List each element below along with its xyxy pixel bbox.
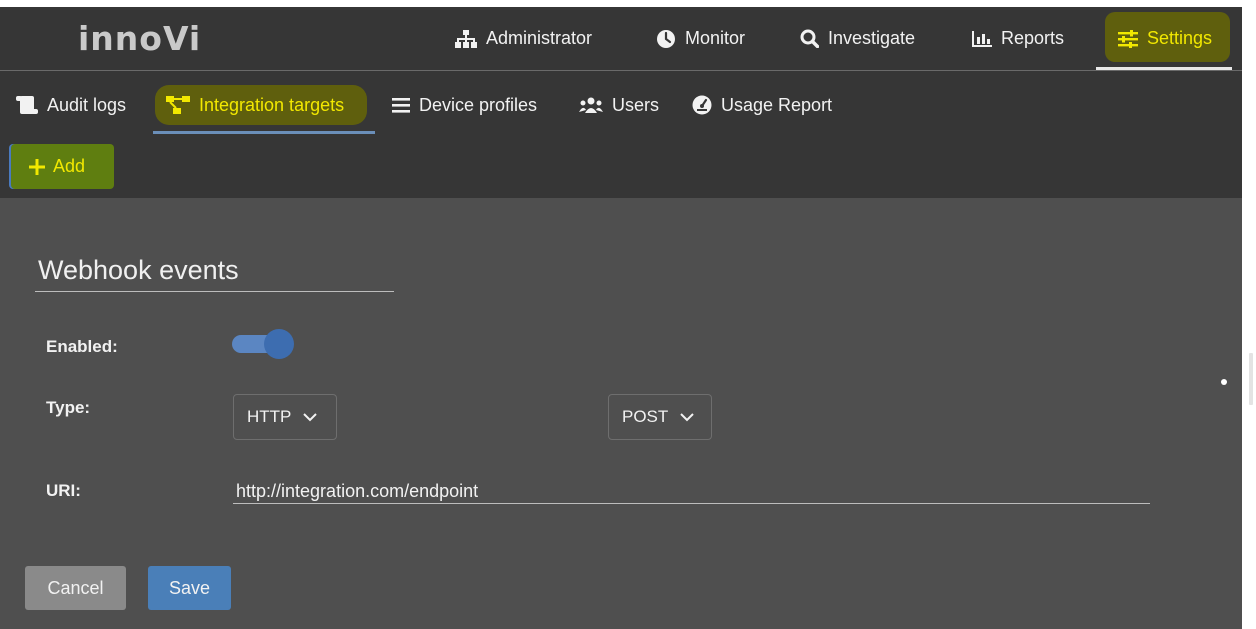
toggle-knob [264,329,294,359]
tab-label: Integration targets [199,94,345,115]
search-icon [800,29,819,48]
uri-input-underline [233,503,1150,504]
add-button-label: Add [53,156,86,176]
tab-usage-report[interactable]: Usage Report [692,92,832,118]
nav-settings[interactable]: Settings [1118,7,1212,70]
enabled-toggle[interactable] [232,329,294,359]
nav-monitor[interactable]: Monitor [656,7,745,70]
uri-input[interactable]: http://integration.com/endpoint [236,481,478,502]
nav-label: Administrator [486,28,593,48]
gauge-icon [692,95,712,115]
form-title-underline [35,291,394,292]
nav-label: Settings [1147,28,1213,48]
uri-label: URI: [46,481,81,500]
sliders-icon [1118,29,1138,48]
nav-administrator[interactable]: Administrator [455,7,592,70]
tab-audit-logs[interactable]: Audit logs [16,92,126,118]
save-button[interactable]: Save [148,566,231,610]
users-icon [579,97,603,113]
tab-integration-targets[interactable]: Integration targets [166,92,344,118]
cursor-dot [1221,379,1227,385]
nav-label: Investigate [828,28,916,48]
type-select[interactable]: HTTP [233,394,337,440]
scroll-icon [16,96,38,114]
list-icon [392,98,410,113]
nav-reports[interactable]: Reports [972,7,1064,70]
settings-active-underline [1096,67,1232,70]
sitemap-icon [455,29,477,48]
cancel-button[interactable]: Cancel [25,566,126,610]
innovi-logo: innoVi [78,19,202,58]
nav-label: Reports [1001,28,1065,48]
tab-label: Audit logs [47,94,127,115]
method-select-value: POST [622,407,669,426]
bar-chart-icon [972,30,992,47]
tab-label: Users [612,94,660,115]
nav-investigate[interactable]: Investigate [800,7,915,70]
nav-label: Monitor [685,28,746,48]
chevron-down-icon [303,412,318,421]
type-select-value: HTTP [247,407,292,426]
project-diagram-icon [166,96,190,114]
scrollbar-thumb[interactable] [1249,353,1253,405]
action-bar [0,134,1242,198]
plus-icon [29,158,45,175]
tab-users[interactable]: Users [579,92,659,118]
tab-label: Usage Report [721,94,833,115]
tab-device-profiles[interactable]: Device profiles [392,92,537,118]
type-label: Type: [46,398,91,417]
method-select[interactable]: POST [608,394,712,440]
clock-icon [657,29,675,48]
chevron-down-icon [680,412,695,421]
enabled-label: Enabled: [46,337,118,356]
form-title: Webhook events [38,255,239,285]
add-button[interactable]: Add [11,144,114,189]
tab-label: Device profiles [419,94,538,115]
app-frame: innoVi Administrator Monitor Investigate [0,7,1242,629]
